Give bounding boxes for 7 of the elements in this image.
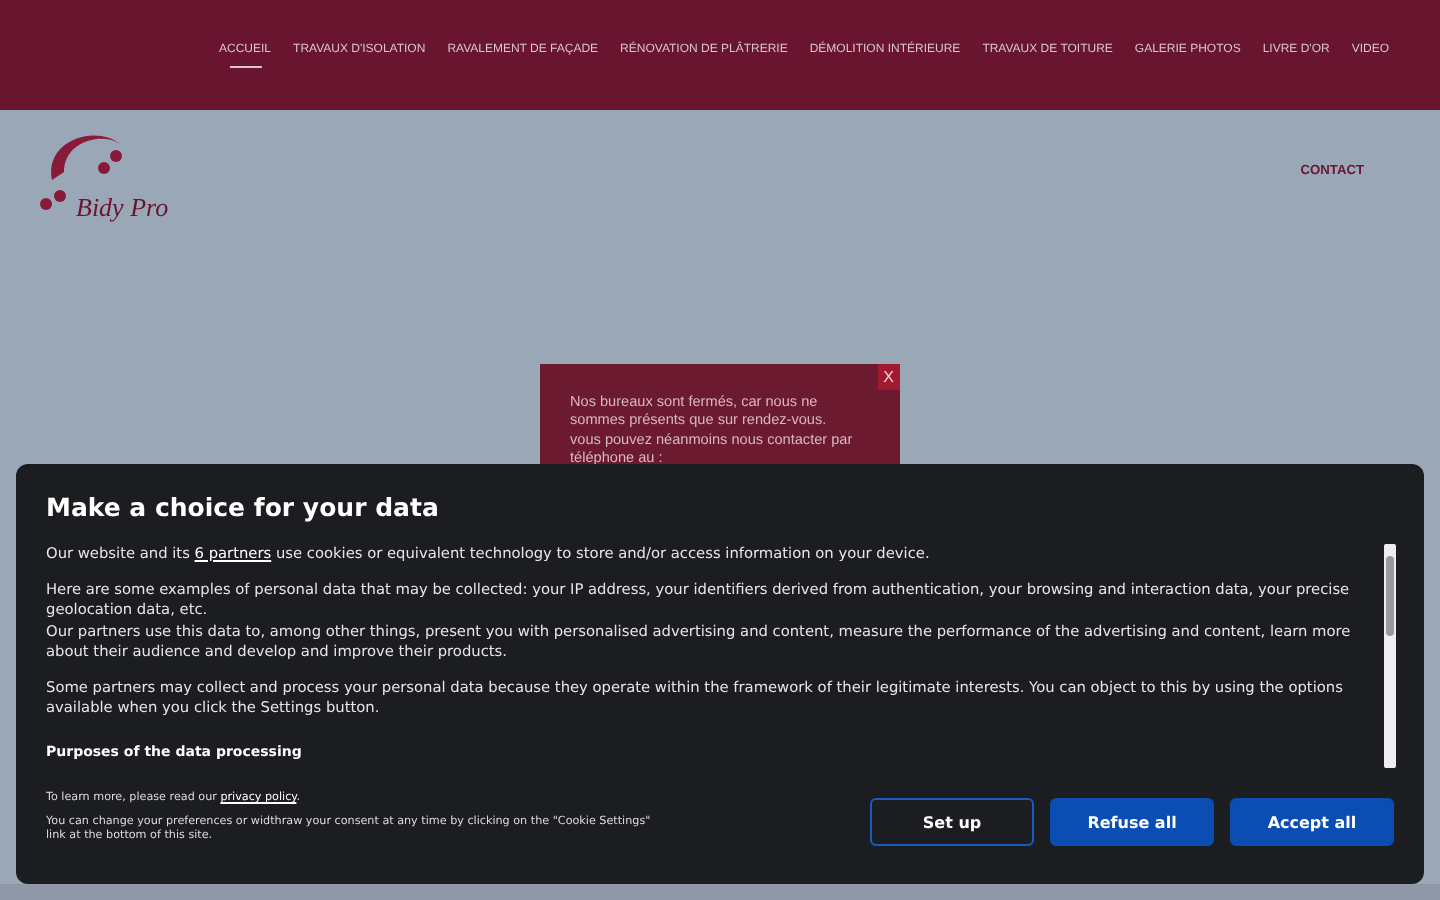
consent-button[interactable]: Refuse all [1050,798,1214,847]
dialog-title: Make a choice for your data [46,492,441,522]
consent-button[interactable]: Set up [870,798,1034,847]
logo-drawing[interactable]: Bidy Pro [36,120,196,236]
consent-button[interactable]: Accept all [1230,798,1394,847]
close-button[interactable]: X [877,364,900,390]
scrollbar[interactable] [1384,544,1396,768]
